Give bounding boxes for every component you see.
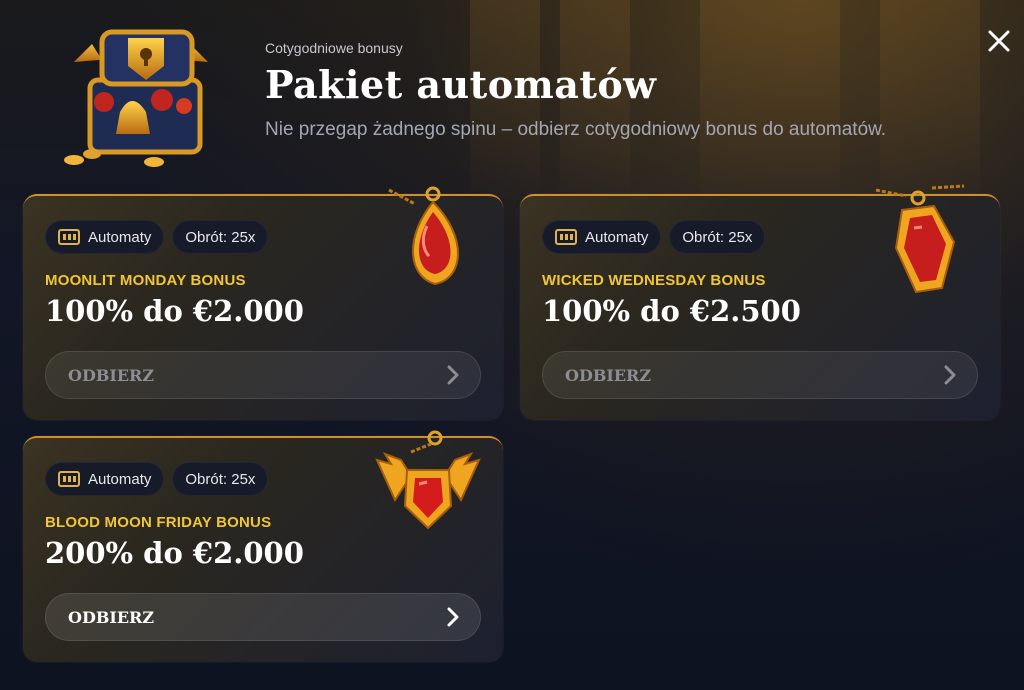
eyebrow-label: Cotygodniowe bonusy [265, 40, 403, 56]
claim-button[interactable]: ODBIERZ [45, 351, 481, 399]
chevron-right-icon [447, 607, 459, 627]
bonus-amount: 100% do €2.500 [542, 294, 801, 328]
bonus-card: Automaty Obrót: 25x WICKED WEDNESDAY BON… [520, 184, 1000, 420]
bonus-name: BLOOD MOON FRIDAY BONUS [45, 514, 272, 531]
category-label: Automaty [88, 228, 152, 246]
chevron-right-icon [447, 365, 459, 385]
page-title: Pakiet automatów [265, 62, 657, 107]
bonus-name: MOONLIT MONDAY BONUS [45, 272, 246, 289]
claim-button[interactable]: ODBIERZ [542, 351, 978, 399]
treasure-chest-icon [64, 29, 208, 167]
category-pill: Automaty [45, 220, 165, 254]
category-label: Automaty [585, 228, 649, 246]
wager-pill: Obrót: 25x [669, 220, 766, 254]
bonus-amount: 100% do €2.000 [45, 294, 304, 328]
category-label: Automaty [88, 470, 152, 488]
wager-label: Obrót: 25x [185, 228, 256, 246]
chevron-right-icon [944, 365, 956, 385]
category-pill: Automaty [542, 220, 662, 254]
claim-button-label: ODBIERZ [68, 607, 154, 627]
slot-machine-icon [58, 229, 80, 245]
close-button[interactable] [984, 26, 1014, 56]
bonus-card: Automaty Obrót: 25x MOONLIT MONDAY BONUS… [23, 186, 503, 420]
wager-label: Obrót: 25x [185, 470, 256, 488]
bonus-amount: 200% do €2.000 [45, 536, 304, 570]
slot-machine-icon [58, 471, 80, 487]
wager-pill: Obrót: 25x [172, 462, 269, 496]
header: Cotygodniowe bonusy Pakiet automatów Nie… [265, 40, 886, 141]
page-subtitle: Nie przegap żadnego spinu – odbierz coty… [265, 119, 887, 140]
wager-pill: Obrót: 25x [172, 220, 269, 254]
claim-button-label: ODBIERZ [565, 365, 651, 385]
claim-button-label: ODBIERZ [68, 365, 154, 385]
red-coffin-amulet-icon [875, 184, 965, 294]
slot-machine-icon [555, 229, 577, 245]
wager-label: Obrót: 25x [682, 228, 753, 246]
bonus-card: Automaty Obrót: 25x BLOOD MOON FRIDAY BO… [23, 430, 503, 662]
claim-button[interactable]: ODBIERZ [45, 593, 481, 641]
bonus-name: WICKED WEDNESDAY BONUS [542, 272, 766, 289]
red-drop-amulet-icon [388, 186, 459, 286]
winged-gem-amulet-icon [375, 430, 481, 530]
category-pill: Automaty [45, 462, 165, 496]
close-icon [988, 30, 1010, 52]
